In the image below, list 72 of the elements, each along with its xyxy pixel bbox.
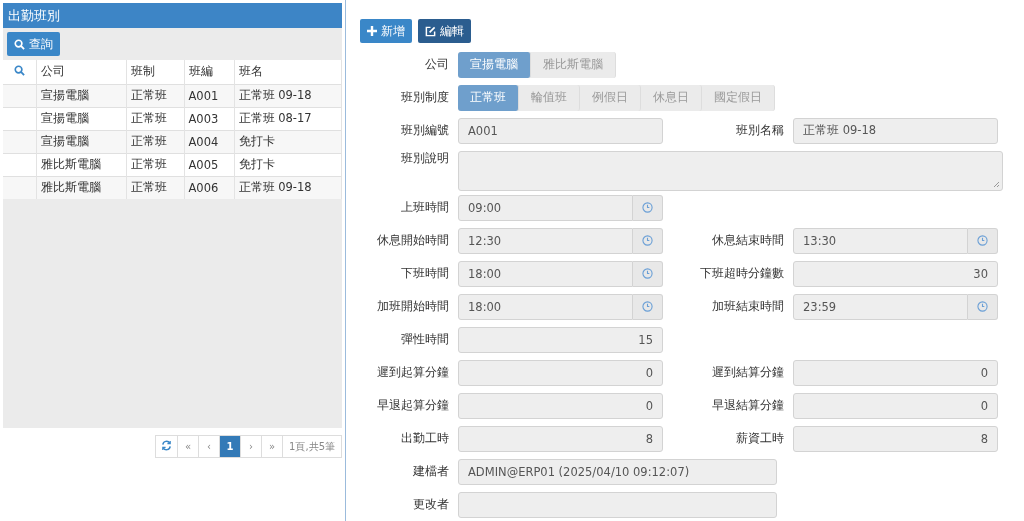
page-button[interactable]: » — [261, 435, 284, 458]
number-field[interactable]: 8 — [458, 425, 663, 452]
table-cell: 免打卡 — [234, 130, 342, 153]
table-cell: 雅比斯電腦 — [36, 176, 126, 199]
field-label: 休息開始時間 — [376, 233, 450, 248]
table-cell: A006 — [184, 176, 234, 199]
field-label: 加班結束時間 — [711, 299, 785, 314]
column-header[interactable]: 班制 — [126, 60, 184, 84]
table-cell: 免打卡 — [234, 153, 342, 176]
field-label: 下班時間 — [400, 266, 450, 281]
table-cell: 正常班 — [126, 153, 184, 176]
field-label: 早退起算分鐘 — [376, 398, 450, 413]
text-field[interactable]: 正常班 09-18 — [793, 117, 998, 144]
panel-title: 出勤班別 — [3, 3, 342, 28]
column-header[interactable]: 班名 — [234, 60, 342, 84]
table-cell: A004 — [184, 130, 234, 153]
edit-button[interactable]: 編輯 — [418, 19, 471, 43]
table-cell: 正常班 09-18 — [234, 84, 342, 107]
page-button[interactable]: « — [177, 435, 200, 458]
table-cell: 正常班 — [126, 107, 184, 130]
number-field[interactable]: 0 — [458, 359, 663, 386]
table-cell: A003 — [184, 107, 234, 130]
column-header[interactable]: 班編 — [184, 60, 234, 84]
time-field[interactable]: 13:30 — [793, 227, 968, 254]
field-label: 彈性時間 — [400, 332, 450, 347]
field-label: 更改者 — [412, 497, 450, 512]
number-field[interactable]: 0 — [793, 392, 998, 419]
table-cell: 正常班 — [126, 130, 184, 153]
time-field[interactable]: 18:00 — [458, 260, 633, 287]
table-cell: 宣揚電腦 — [36, 130, 126, 153]
field-label: 休息結束時間 — [711, 233, 785, 248]
field-label: 上班時間 — [400, 200, 450, 215]
field-label: 出勤工時 — [400, 431, 450, 446]
field-label: 班別名稱 — [735, 123, 785, 138]
field-label: 早退結算分鐘 — [711, 398, 785, 413]
search-button[interactable]: 查詢 — [7, 32, 60, 56]
text-field[interactable]: ADMIN@ERP01 (2025/04/10 09:12:07) — [458, 458, 777, 485]
field-label: 建檔者 — [412, 464, 450, 479]
table-cell: 正常班 — [126, 84, 184, 107]
time-field[interactable]: 09:00 — [458, 194, 633, 221]
field-label: 公司 — [424, 57, 450, 72]
table-cell: 雅比斯電腦 — [36, 153, 126, 176]
table-cell: 宣揚電腦 — [36, 107, 126, 130]
time-field[interactable]: 23:59 — [793, 293, 968, 320]
table-cell: 正常班 08-17 — [234, 107, 342, 130]
table-cell: A001 — [184, 84, 234, 107]
time-field[interactable]: 18:00 — [458, 293, 633, 320]
field-label: 加班開始時間 — [376, 299, 450, 314]
time-field[interactable]: 12:30 — [458, 227, 633, 254]
field-label: 遲到起算分鐘 — [376, 365, 450, 380]
page-button[interactable]: 1 — [219, 435, 242, 458]
number-field[interactable]: 0 — [458, 392, 663, 419]
field-label: 班別制度 — [400, 90, 450, 105]
field-label: 班別說明 — [400, 150, 450, 166]
field-label: 下班超時分鐘數 — [699, 266, 785, 281]
page-summary: 1頁,共5筆 — [282, 435, 342, 458]
page-button[interactable]: › — [240, 435, 263, 458]
field-label: 遲到結算分鐘 — [711, 365, 785, 380]
table-cell: A005 — [184, 153, 234, 176]
table-cell: 正常班 — [126, 176, 184, 199]
field-label: 薪資工時 — [735, 431, 785, 446]
field-label: 班別編號 — [400, 123, 450, 138]
add-button[interactable]: 新增 — [360, 19, 412, 43]
table-cell: 正常班 09-18 — [234, 176, 342, 199]
number-field[interactable]: 15 — [458, 326, 663, 353]
number-field[interactable]: 0 — [793, 359, 998, 386]
table-cell: 宣揚電腦 — [36, 84, 126, 107]
number-field[interactable]: 30 — [793, 260, 998, 287]
text-field[interactable]: A001 — [458, 117, 663, 144]
number-field[interactable]: 8 — [793, 425, 998, 452]
column-header[interactable]: 公司 — [36, 60, 126, 84]
page-button[interactable]: ‹ — [198, 435, 221, 458]
